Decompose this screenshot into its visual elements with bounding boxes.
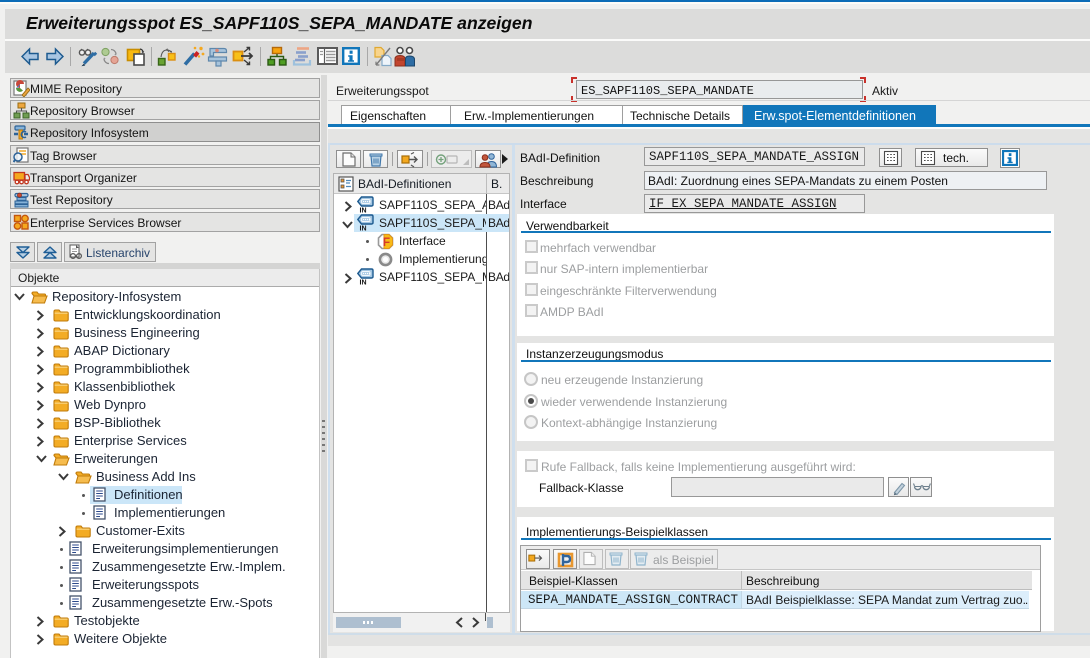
svg-text:F: F <box>383 235 390 249</box>
